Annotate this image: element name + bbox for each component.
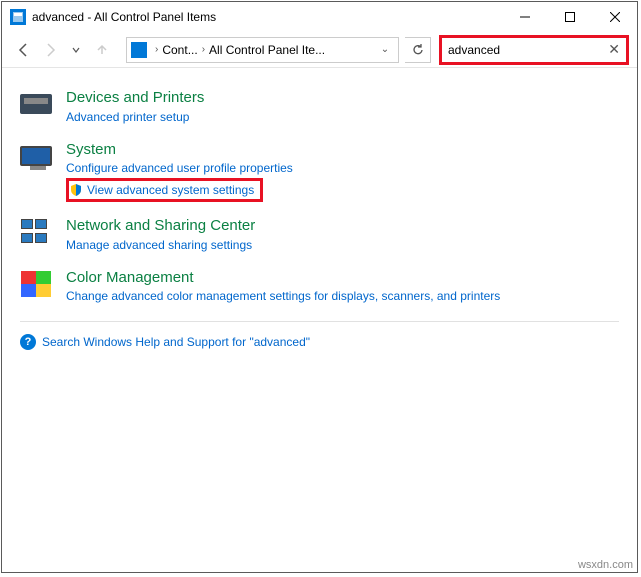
system-section: System Configure advanced user profile p… [2,134,637,211]
watermark: wsxdn.com [578,559,633,571]
forward-button[interactable] [38,38,62,62]
breadcrumb-text: › Cont... › All Control Panel Ite... [151,43,372,57]
advanced-printer-setup-link[interactable]: Advanced printer setup [66,108,189,126]
chevron-right-icon[interactable]: › [198,44,209,55]
network-section: Network and Sharing Center Manage advanc… [2,210,637,262]
search-box: ✕ [439,35,629,65]
manage-sharing-link[interactable]: Manage advanced sharing settings [66,236,252,254]
configure-profile-link[interactable]: Configure advanced user profile properti… [66,159,293,177]
back-button[interactable] [12,38,36,62]
breadcrumb-dropdown[interactable]: ⌄ [372,44,398,55]
color-settings-link[interactable]: Change advanced color management setting… [66,287,500,305]
minimize-button[interactable] [502,2,547,32]
titlebar: advanced - All Control Panel Items [2,2,637,32]
control-panel-icon [10,9,26,25]
help-search-link[interactable]: Search Windows Help and Support for "adv… [42,335,310,349]
clear-search-icon[interactable]: ✕ [606,41,622,58]
chevron-right-icon[interactable]: › [151,44,162,55]
divider [20,321,619,322]
network-sharing-title[interactable]: Network and Sharing Center [66,216,619,236]
system-title[interactable]: System [66,140,619,160]
breadcrumb-part[interactable]: All Control Panel Ite... [209,43,325,57]
up-button[interactable] [90,38,114,62]
maximize-button[interactable] [547,2,592,32]
devices-printers-title[interactable]: Devices and Printers [66,88,619,108]
help-search-row: ? Search Windows Help and Support for "a… [2,332,637,350]
navigation-toolbar: › Cont... › All Control Panel Ite... ⌄ ✕ [2,32,637,68]
search-input[interactable] [448,43,606,57]
window-controls [502,2,637,32]
help-icon: ? [20,334,36,350]
highlighted-link-frame: View advanced system settings [66,178,263,202]
breadcrumb[interactable]: › Cont... › All Control Panel Ite... ⌄ [126,37,399,63]
color-management-title[interactable]: Color Management [66,268,619,288]
computer-icon [20,140,52,172]
shield-icon [69,183,83,197]
close-button[interactable] [592,2,637,32]
results-content: Devices and Printers Advanced printer se… [2,68,637,572]
devices-printers-section: Devices and Printers Advanced printer se… [2,82,637,134]
recent-locations-dropdown[interactable] [64,38,88,62]
color-management-icon [20,268,52,300]
network-icon [20,216,52,248]
printer-icon [20,88,52,120]
view-advanced-system-settings-link[interactable]: View advanced system settings [87,181,254,199]
breadcrumb-icon [131,42,147,58]
control-panel-window: advanced - All Control Panel Items › Con… [1,1,638,573]
window-title: advanced - All Control Panel Items [32,10,502,24]
color-section: Color Management Change advanced color m… [2,262,637,314]
breadcrumb-part[interactable]: Cont... [162,43,197,57]
refresh-button[interactable] [405,37,431,63]
